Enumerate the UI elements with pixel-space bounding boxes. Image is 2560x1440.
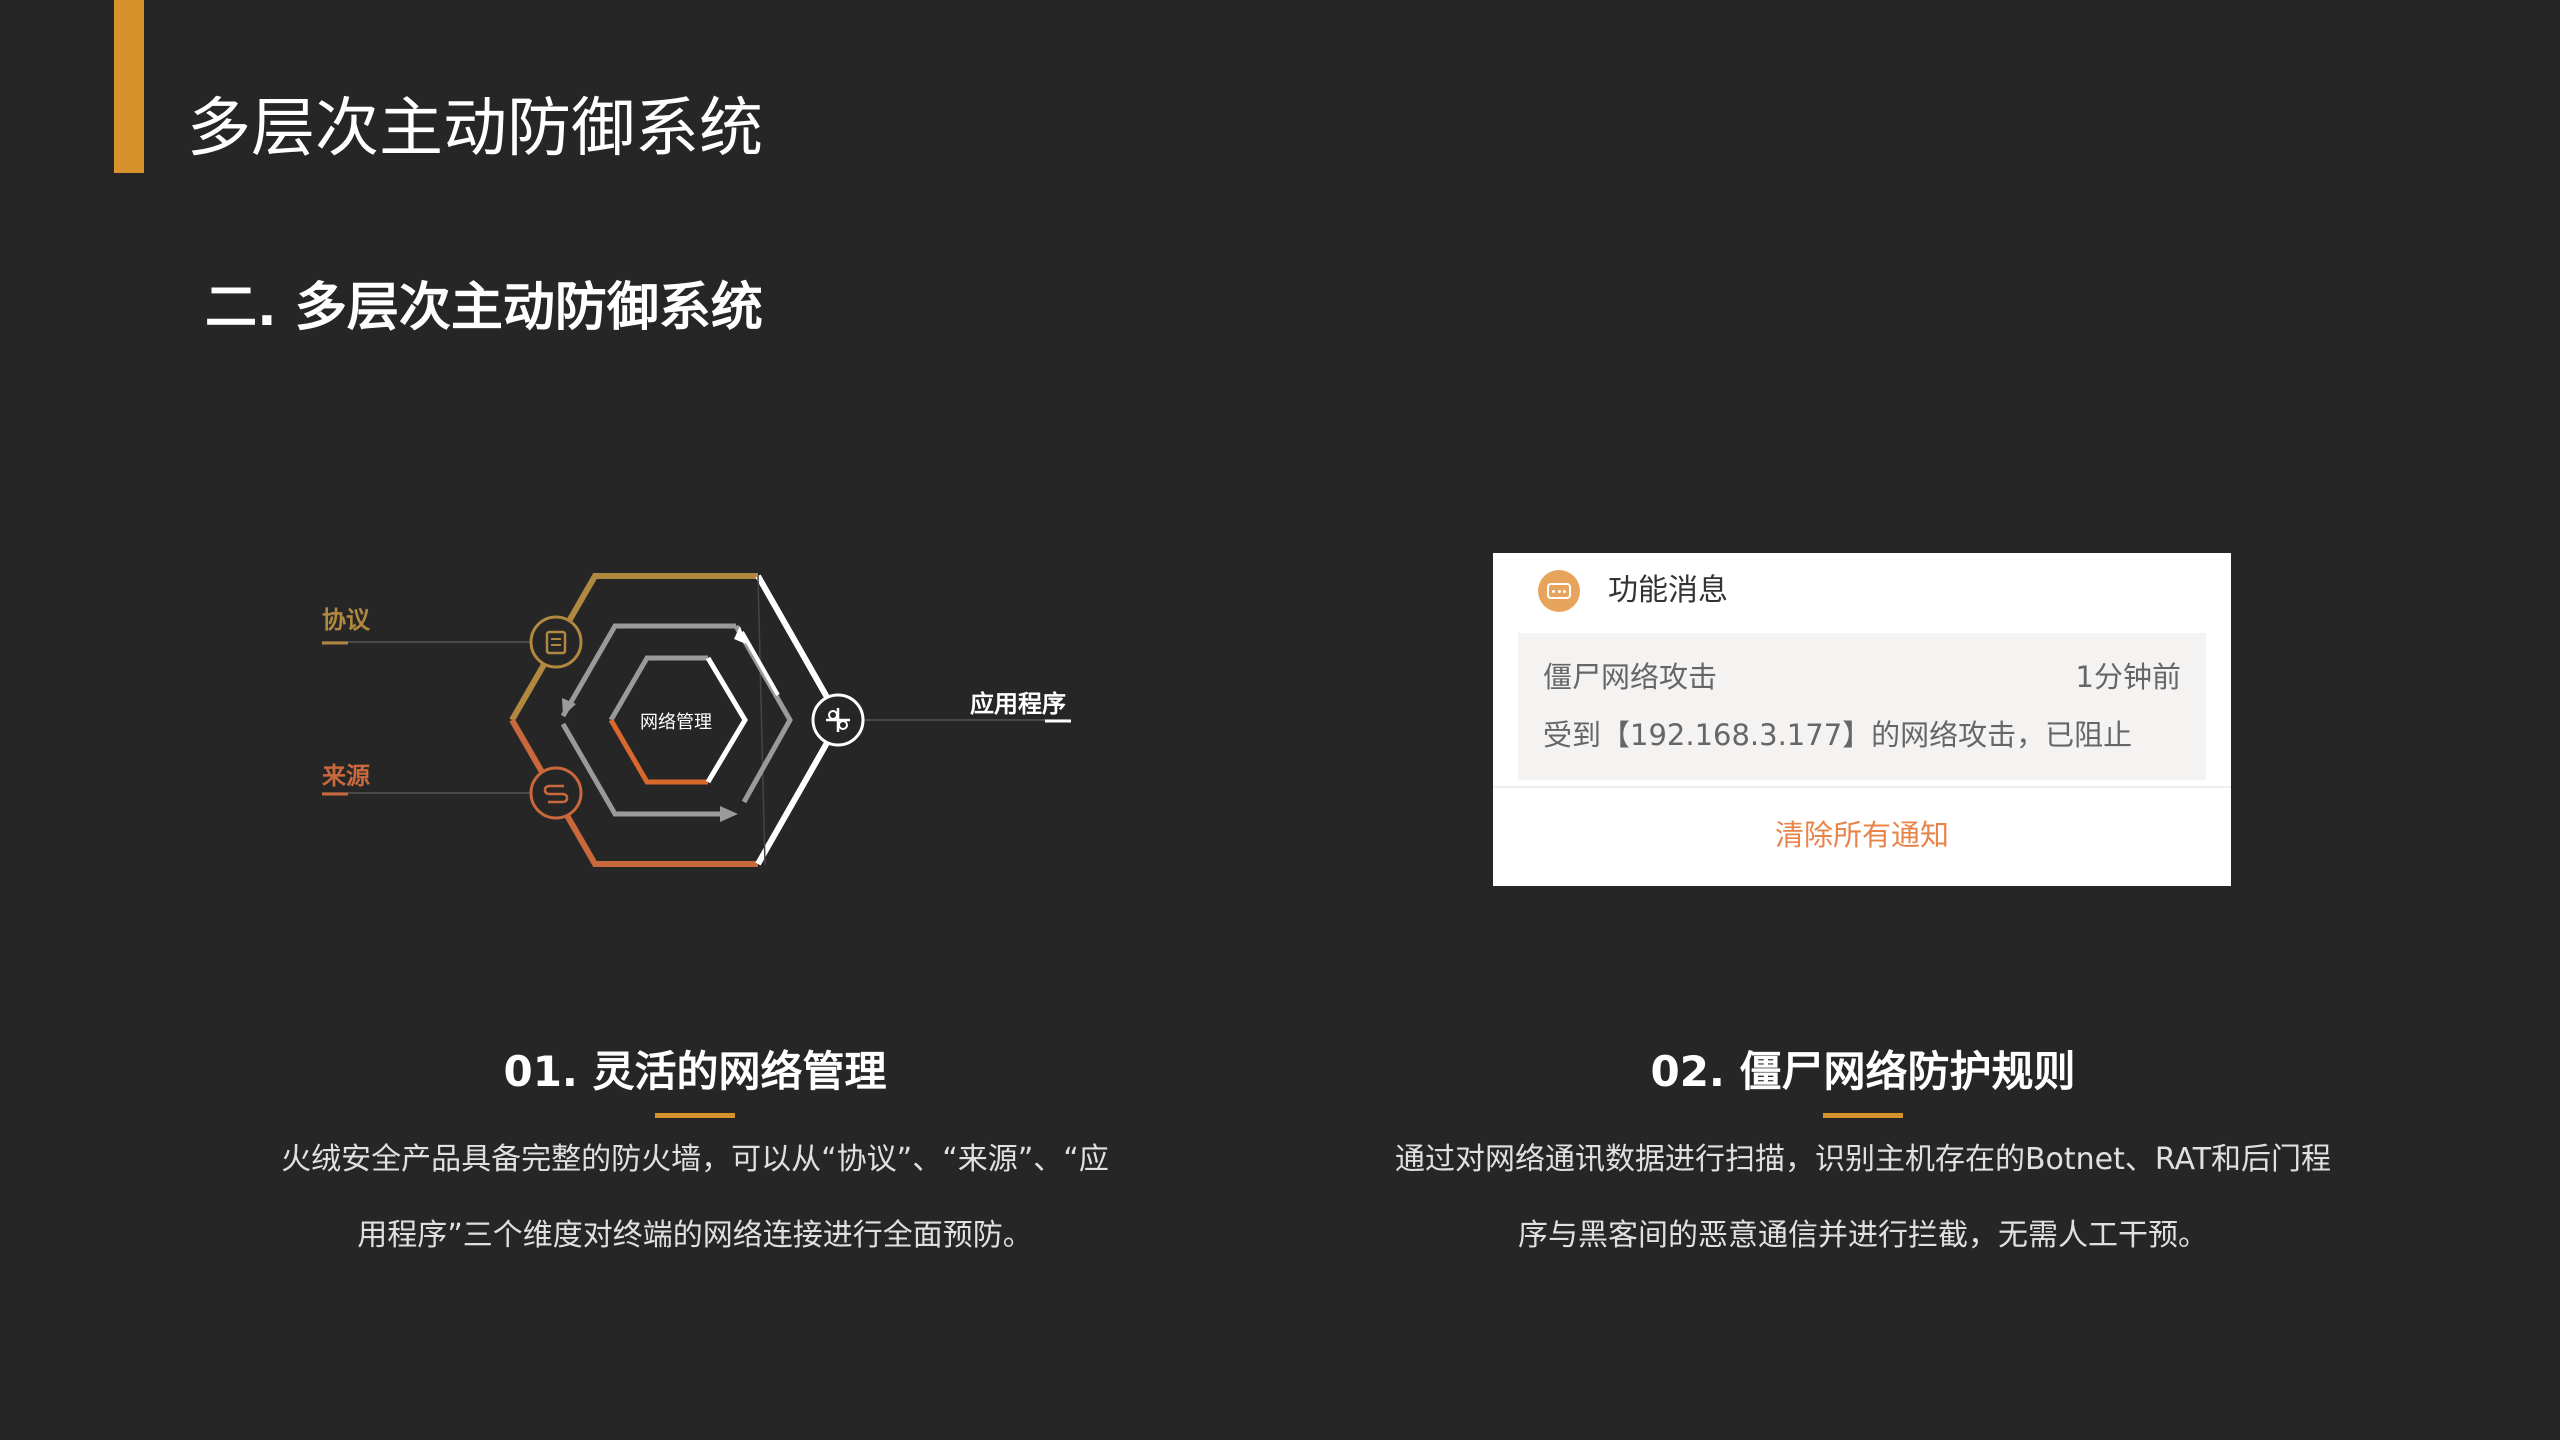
middle-hex-bottom (560, 722, 732, 817)
application-label: 应用程序 (970, 690, 1066, 718)
notify-header: 功能消息 (1493, 553, 2231, 633)
feature-1-underline (655, 1113, 735, 1118)
hex-divider-line (757, 575, 766, 866)
feature-2-desc-line-2: 序与黑客间的恶意通信并进行拦截，无需人工干预。 (1518, 1218, 2208, 1253)
clear-all-notifications-button[interactable]: 清除所有通知 (1493, 813, 2231, 857)
middle-hex-arrow-bottom (720, 806, 738, 822)
function-message-panel: 功能消息 僵尸网络攻击 1分钟前 受到【192.168.3.177】的网络攻击，… (1493, 553, 2231, 886)
feature-1-desc-line-1: 火绒安全产品具备完整的防火墙，可以从“协议”、“来源”、“应 (281, 1142, 1109, 1177)
protocol-label: 协议 (322, 606, 370, 634)
message-icon (1538, 570, 1580, 612)
center-label: 网络管理 (640, 712, 712, 733)
notify-header-title: 功能消息 (1608, 573, 1728, 608)
page-title: 多层次主动防御系统 (187, 92, 763, 166)
feature-1-title: 01. 灵活的网络管理 (503, 1047, 887, 1096)
notify-divider (1493, 786, 2231, 788)
feature-2-desc-line-1: 通过对网络通讯数据进行扫描，识别主机存在的Botnet、RAT和后门程 (1394, 1142, 2332, 1177)
source-label: 来源 (322, 762, 370, 790)
document-icon (529, 615, 583, 669)
notification-title: 僵尸网络攻击 (1543, 660, 1718, 694)
middle-hex-top (560, 623, 736, 718)
title-accent-bar (114, 0, 144, 173)
notification-item[interactable]: 僵尸网络攻击 1分钟前 受到【192.168.3.177】的网络攻击，已阻止 (1518, 633, 2206, 780)
feature-1-desc-line-2: 用程序”三个维度对终端的网络连接进行全面预防。 (357, 1218, 1033, 1253)
source-icon (529, 766, 583, 820)
section-title: 二. 多层次主动防御系统 (205, 278, 763, 338)
notification-body: 受到【192.168.3.177】的网络攻击，已阻止 (1543, 718, 2133, 752)
feature-2-title: 02. 僵尸网络防护规则 (1650, 1047, 2076, 1096)
network-management-diagram: 协议 来源 应用程序 网络管理 (300, 540, 1120, 900)
feature-2-underline (1823, 1113, 1903, 1118)
notification-time: 1分钟前 (2075, 660, 2181, 694)
app-plus-icon (811, 693, 865, 747)
inner-hex-right (705, 656, 748, 784)
